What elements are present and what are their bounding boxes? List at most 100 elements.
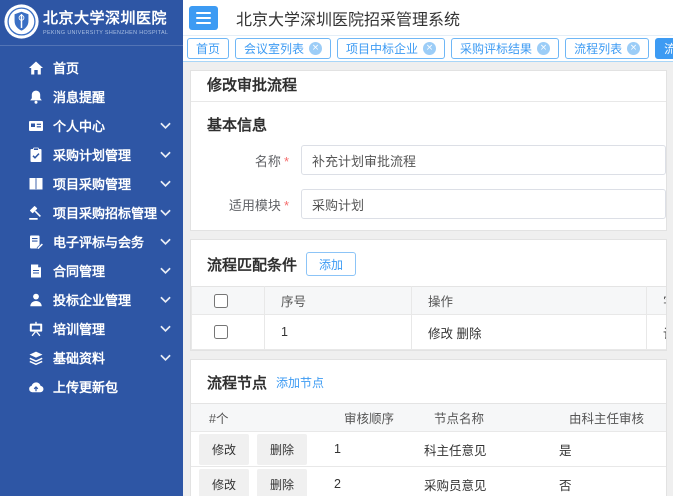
- node-name: 采购员意见: [416, 467, 551, 496]
- sidebar-item-project-procurement[interactable]: 项目采购管理: [0, 169, 183, 198]
- module-field-row: 适用模块*: [191, 189, 666, 219]
- process-nodes-panel: 流程节点 添加节点 #个 审核顺序 节点名称 由科主任审核: [190, 359, 667, 496]
- delete-node-button[interactable]: 删除: [257, 434, 307, 465]
- book-icon: [28, 176, 44, 192]
- close-tab-icon[interactable]: ×: [423, 42, 436, 55]
- module-label: 适用模块*: [191, 195, 289, 214]
- chevron-down-icon: [160, 151, 171, 159]
- delete-action[interactable]: 删除: [457, 327, 482, 341]
- tab-evaluation-results[interactable]: 采购评标结果 ×: [451, 38, 559, 59]
- col-review-order: 审核顺序: [326, 404, 416, 432]
- modify-node-button[interactable]: 修改: [199, 469, 249, 496]
- select-all-checkbox[interactable]: [214, 294, 228, 308]
- sidebar: 北京大学深圳医院 PEKING UNIVERSITY SHENZHEN HOSP…: [0, 0, 183, 496]
- bell-icon: [28, 89, 44, 105]
- sidebar-item-messages[interactable]: 消息提醒: [0, 82, 183, 111]
- close-tab-icon[interactable]: ×: [309, 42, 322, 55]
- delete-node-button[interactable]: 删除: [257, 469, 307, 496]
- conditions-table: 序号 操作 字 1 修改 删除: [191, 286, 667, 350]
- col-director-review: 由科主任审核: [551, 404, 667, 432]
- add-node-link[interactable]: 添加节点: [276, 374, 324, 391]
- modify-action[interactable]: 修改: [428, 327, 453, 341]
- nodes-table: #个 审核顺序 节点名称 由科主任审核 修改删除 1: [191, 403, 667, 496]
- chevron-down-icon: [160, 238, 171, 246]
- sidebar-item-bidder-management[interactable]: 投标企业管理: [0, 285, 183, 314]
- module-input[interactable]: [301, 189, 666, 219]
- gavel-icon: [28, 205, 44, 221]
- chevron-down-icon: [160, 325, 171, 333]
- condition-row: 1 修改 删除 计: [192, 315, 668, 350]
- col-node-name: 节点名称: [416, 404, 551, 432]
- chevron-down-icon: [160, 296, 171, 304]
- hospital-emblem-icon: [3, 3, 40, 40]
- basic-info-section-title: 基本信息: [207, 114, 666, 135]
- condition-actions: 修改 删除: [412, 315, 647, 350]
- hospital-subtitle: PEKING UNIVERSITY SHENZHEN HOSPITAL: [43, 30, 168, 36]
- sidebar-menu: 首页 消息提醒 个人中心 采购计划管理 项目采购管理: [0, 46, 183, 401]
- sidebar-item-basic-data[interactable]: 基础资料: [0, 343, 183, 372]
- chevron-down-icon: [160, 354, 171, 362]
- sidebar-item-home[interactable]: 首页: [0, 53, 183, 82]
- app-window: 北京大学深圳医院 PEKING UNIVERSITY SHENZHEN HOSP…: [0, 0, 673, 496]
- main-area: 北京大学深圳医院招采管理系统 首页 会议室列表 × 项目中标企业 × 采购评标结…: [183, 0, 673, 496]
- tab-process-list[interactable]: 流程列表 ×: [565, 38, 649, 59]
- sidebar-item-project-bidding[interactable]: 项目采购招标管理: [0, 198, 183, 227]
- top-bar: 北京大学深圳医院招采管理系统: [183, 0, 673, 36]
- sidebar-item-training[interactable]: 培训管理: [0, 314, 183, 343]
- match-conditions-panel: 流程匹配条件 添加 序号 操作 字: [190, 239, 667, 351]
- presentation-icon: [28, 321, 44, 337]
- page-content: 修改审批流程 基本信息 名称* 适用模块* 流程: [183, 62, 673, 496]
- sidebar-item-personal-center[interactable]: 个人中心: [0, 111, 183, 140]
- document-edit-icon: [28, 234, 44, 250]
- row-checkbox[interactable]: [214, 325, 228, 339]
- process-nodes-title: 流程节点 添加节点: [207, 372, 666, 393]
- node-order: 2: [326, 467, 416, 496]
- node-actions: 修改删除: [191, 467, 326, 496]
- tab-label: 流程列表: [574, 40, 622, 57]
- chevron-down-icon: [160, 209, 171, 217]
- tab-process[interactable]: 流程 ×: [655, 38, 673, 59]
- node-row: 修改删除 1 科主任意见 是: [191, 432, 667, 467]
- col-index: 序号: [265, 287, 412, 315]
- col-hash: #个: [191, 404, 326, 432]
- sidebar-item-procurement-plan[interactable]: 采购计划管理: [0, 140, 183, 169]
- col-extra: 字: [647, 287, 668, 315]
- sidebar-item-upload-package[interactable]: 上传更新包: [0, 372, 183, 401]
- node-actions: 修改删除: [191, 432, 326, 467]
- node-name: 科主任意见: [416, 432, 551, 467]
- tab-home[interactable]: 首页: [187, 38, 229, 59]
- hospital-name: 北京大学深圳医院: [43, 7, 168, 28]
- sidebar-item-contract[interactable]: 合同管理: [0, 256, 183, 285]
- conditions-header-row: 序号 操作 字: [192, 287, 668, 315]
- name-field-row: 名称*: [191, 145, 666, 175]
- modify-node-button[interactable]: 修改: [199, 434, 249, 465]
- close-tab-icon[interactable]: ×: [537, 42, 550, 55]
- tab-label: 会议室列表: [244, 40, 304, 57]
- condition-index: 1: [265, 315, 412, 350]
- menu-toggle-button[interactable]: [189, 6, 218, 30]
- name-label: 名称*: [191, 151, 289, 170]
- chevron-down-icon: [160, 122, 171, 130]
- user-icon: [28, 292, 44, 308]
- close-tab-icon[interactable]: ×: [627, 42, 640, 55]
- node-order: 1: [326, 432, 416, 467]
- tab-label: 采购评标结果: [460, 40, 532, 57]
- sidebar-item-e-evaluation[interactable]: 电子评标与会务: [0, 227, 183, 256]
- chevron-down-icon: [160, 267, 171, 275]
- node-row: 修改删除 2 采购员意见 否: [191, 467, 667, 496]
- tab-winning-bidders[interactable]: 项目中标企业 ×: [337, 38, 445, 59]
- home-icon: [28, 60, 44, 76]
- cloud-upload-icon: [28, 379, 44, 395]
- id-card-icon: [28, 118, 44, 134]
- tab-meeting-room-list[interactable]: 会议室列表 ×: [235, 38, 331, 59]
- layers-icon: [28, 350, 44, 366]
- tab-label: 流程: [664, 40, 673, 57]
- tab-label: 首页: [196, 40, 220, 57]
- name-input[interactable]: [301, 145, 666, 175]
- col-actions: 操作: [412, 287, 647, 315]
- tab-label: 项目中标企业: [346, 40, 418, 57]
- hospital-logo: 北京大学深圳医院 PEKING UNIVERSITY SHENZHEN HOSP…: [0, 0, 183, 46]
- add-condition-button[interactable]: 添加: [306, 252, 356, 276]
- tab-bar: 首页 会议室列表 × 项目中标企业 × 采购评标结果 × 流程列表 × 流程 ×: [183, 36, 673, 62]
- match-conditions-title: 流程匹配条件 添加: [207, 252, 666, 276]
